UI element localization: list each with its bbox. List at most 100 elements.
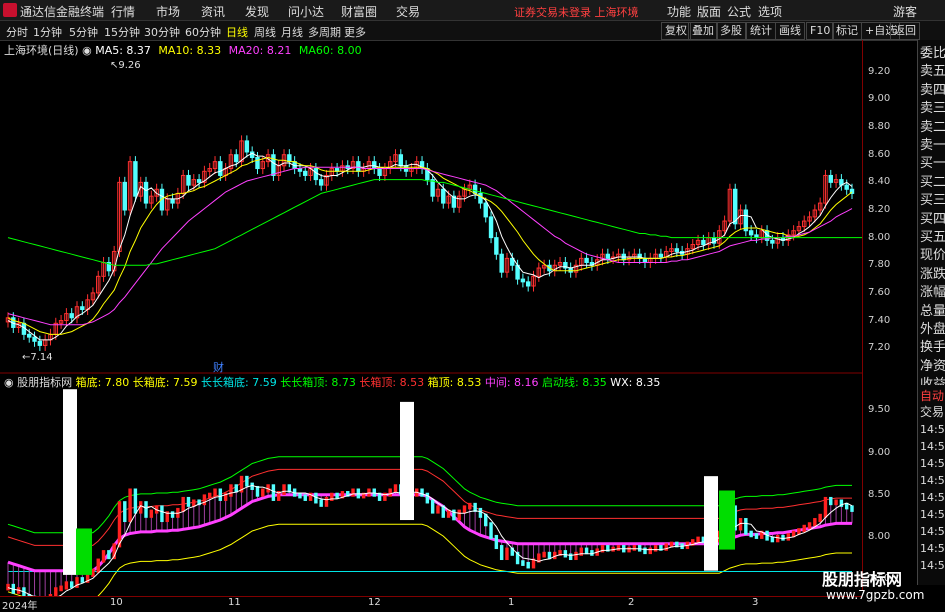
signal-green-bar [719, 491, 735, 550]
indicator-candle [219, 489, 222, 501]
menu-item-discover[interactable]: 发现 [245, 3, 269, 20]
side-item-16[interactable]: 换手 [920, 340, 945, 356]
tick-tab-1[interactable]: 交易 [920, 403, 944, 420]
stats-button[interactable]: 统计 [746, 22, 776, 40]
tick-tab-0[interactable]: 自动 [920, 387, 944, 404]
candle-body [304, 171, 307, 175]
menu-item-formula[interactable]: 公式 [727, 3, 751, 20]
candle-body [81, 307, 84, 310]
side-item-12[interactable]: 涨跌 [920, 267, 945, 283]
side-item-5[interactable]: 卖一 [920, 138, 945, 154]
f10-button[interactable]: F10 [806, 22, 834, 40]
side-item-17[interactable]: 净资 [920, 359, 945, 375]
watermark-title: 股朋指标网 [822, 566, 902, 590]
period-tab-multi[interactable]: 多周期 [308, 24, 341, 40]
indicator-candle [351, 489, 354, 497]
watermark-url: www.7gpzb.com [826, 588, 924, 602]
side-item-6[interactable]: 买一 [920, 156, 945, 172]
finance-marker[interactable]: 财 [213, 359, 224, 375]
indicator-candle [97, 559, 100, 573]
side-item-0[interactable]: 委比 [920, 46, 945, 62]
indicator-candle [452, 510, 455, 521]
candle-body [473, 185, 476, 193]
indicator-candle [187, 497, 190, 507]
period-tab-monthly[interactable]: 月线 [281, 24, 303, 40]
period-tab-intraday[interactable]: 分时 [6, 24, 28, 40]
indicator-candle [426, 493, 429, 504]
side-item-14[interactable]: 总量 [920, 304, 945, 320]
app-logo-icon [3, 3, 17, 17]
time-label-oct: 10 [110, 597, 123, 608]
time-label-mar: 3 [752, 597, 758, 608]
indicator-candle [298, 493, 301, 499]
indicator-candle [65, 581, 68, 589]
draw-line-button[interactable]: 画线 [775, 22, 805, 40]
menu-item-trade[interactable]: 交易 [396, 3, 420, 20]
kline-chart[interactable] [0, 40, 862, 596]
candle-body [585, 258, 588, 262]
side-item-7[interactable]: 买二 [920, 175, 945, 191]
overlay-button[interactable]: 叠加 [688, 22, 718, 40]
candle-body [314, 169, 317, 180]
price-axis-label: 7.80 [868, 259, 890, 270]
indicator-candle [203, 494, 206, 505]
period-tab-1min[interactable]: 1分钟 [33, 24, 62, 40]
candle-body [829, 175, 832, 182]
side-item-11[interactable]: 现价 [920, 248, 945, 264]
period-tab-60min[interactable]: 60分钟 [185, 24, 221, 40]
candle-body [70, 314, 73, 318]
side-item-4[interactable]: 卖二 [920, 120, 945, 136]
menu-item-options[interactable]: 选项 [758, 3, 782, 20]
side-item-13[interactable]: 涨幅 [920, 285, 945, 301]
indicator-value-4: 长箱顶: 8.53 [356, 376, 424, 389]
menu-item-function[interactable]: 功能 [667, 3, 691, 20]
side-item-15[interactable]: 外盘 [920, 322, 945, 338]
side-item-3[interactable]: 卖三 [920, 101, 945, 117]
menu-item-quotes[interactable]: 行情 [111, 3, 135, 20]
indicator-candle [633, 545, 636, 551]
indicator-candle [601, 545, 604, 552]
guest-label[interactable]: 游客 [893, 3, 917, 20]
indicator-name[interactable]: 股朋指标网 [17, 376, 72, 389]
indicator-axis-label: 9.50 [868, 404, 890, 415]
indicator-candle [118, 501, 121, 547]
side-item-9[interactable]: 买四 [920, 212, 945, 228]
indicator-candle [70, 581, 73, 588]
indicator-candle [282, 484, 285, 495]
adjust-button[interactable]: 复权 [661, 22, 691, 40]
candle-body [500, 254, 503, 272]
period-tab-daily[interactable]: 日线 [226, 24, 248, 40]
candle-body [845, 185, 848, 189]
period-tab-weekly[interactable]: 周线 [254, 24, 276, 40]
tick-side-panel: 自动交易14:5614:5614:5614:5614:5614:5614:561… [917, 385, 945, 585]
low-price-label: ←7.14 [22, 352, 53, 363]
side-item-10[interactable]: 买五 [920, 230, 945, 246]
indicator-candle [755, 533, 758, 539]
period-tab-more[interactable]: 更多 [344, 24, 366, 40]
candle-body [28, 334, 31, 337]
menu-item-layout[interactable]: 版面 [697, 3, 721, 20]
indicator-candle [569, 553, 572, 560]
period-tab-5min[interactable]: 5分钟 [69, 24, 98, 40]
candle-body [643, 258, 646, 262]
time-label-feb: 2 [628, 597, 634, 608]
indicator-plot [6, 389, 853, 596]
side-item-1[interactable]: 卖五 [920, 64, 945, 80]
multi-stock-button[interactable]: 多股 [716, 22, 746, 40]
period-tab-15min[interactable]: 15分钟 [104, 24, 140, 40]
side-item-8[interactable]: 买三 [920, 193, 945, 209]
back-button[interactable]: 返回 [890, 22, 920, 40]
candle-body [675, 249, 678, 252]
indicator-value-3: 长长箱顶: 8.73 [277, 376, 356, 389]
side-item-2[interactable]: 卖四 [920, 83, 945, 99]
mark-button[interactable]: 标记 [832, 22, 862, 40]
menu-item-news[interactable]: 资讯 [201, 3, 225, 20]
menu-item-ask[interactable]: 问小达 [288, 3, 324, 20]
indicator-value-2: 长长箱底: 7.59 [198, 376, 277, 389]
period-tab-30min[interactable]: 30分钟 [144, 24, 180, 40]
indicator-candle [436, 505, 439, 513]
menu-item-market[interactable]: 市场 [156, 3, 180, 20]
menu-item-wealth[interactable]: 财富圈 [341, 3, 377, 20]
login-notice[interactable]: 证券交易未登录 上海环境 [514, 4, 639, 20]
indicator-pane-title: ◉ 股朋指标网 箱底: 7.80 长箱底: 7.59 长长箱底: 7.59 长长… [4, 374, 660, 390]
